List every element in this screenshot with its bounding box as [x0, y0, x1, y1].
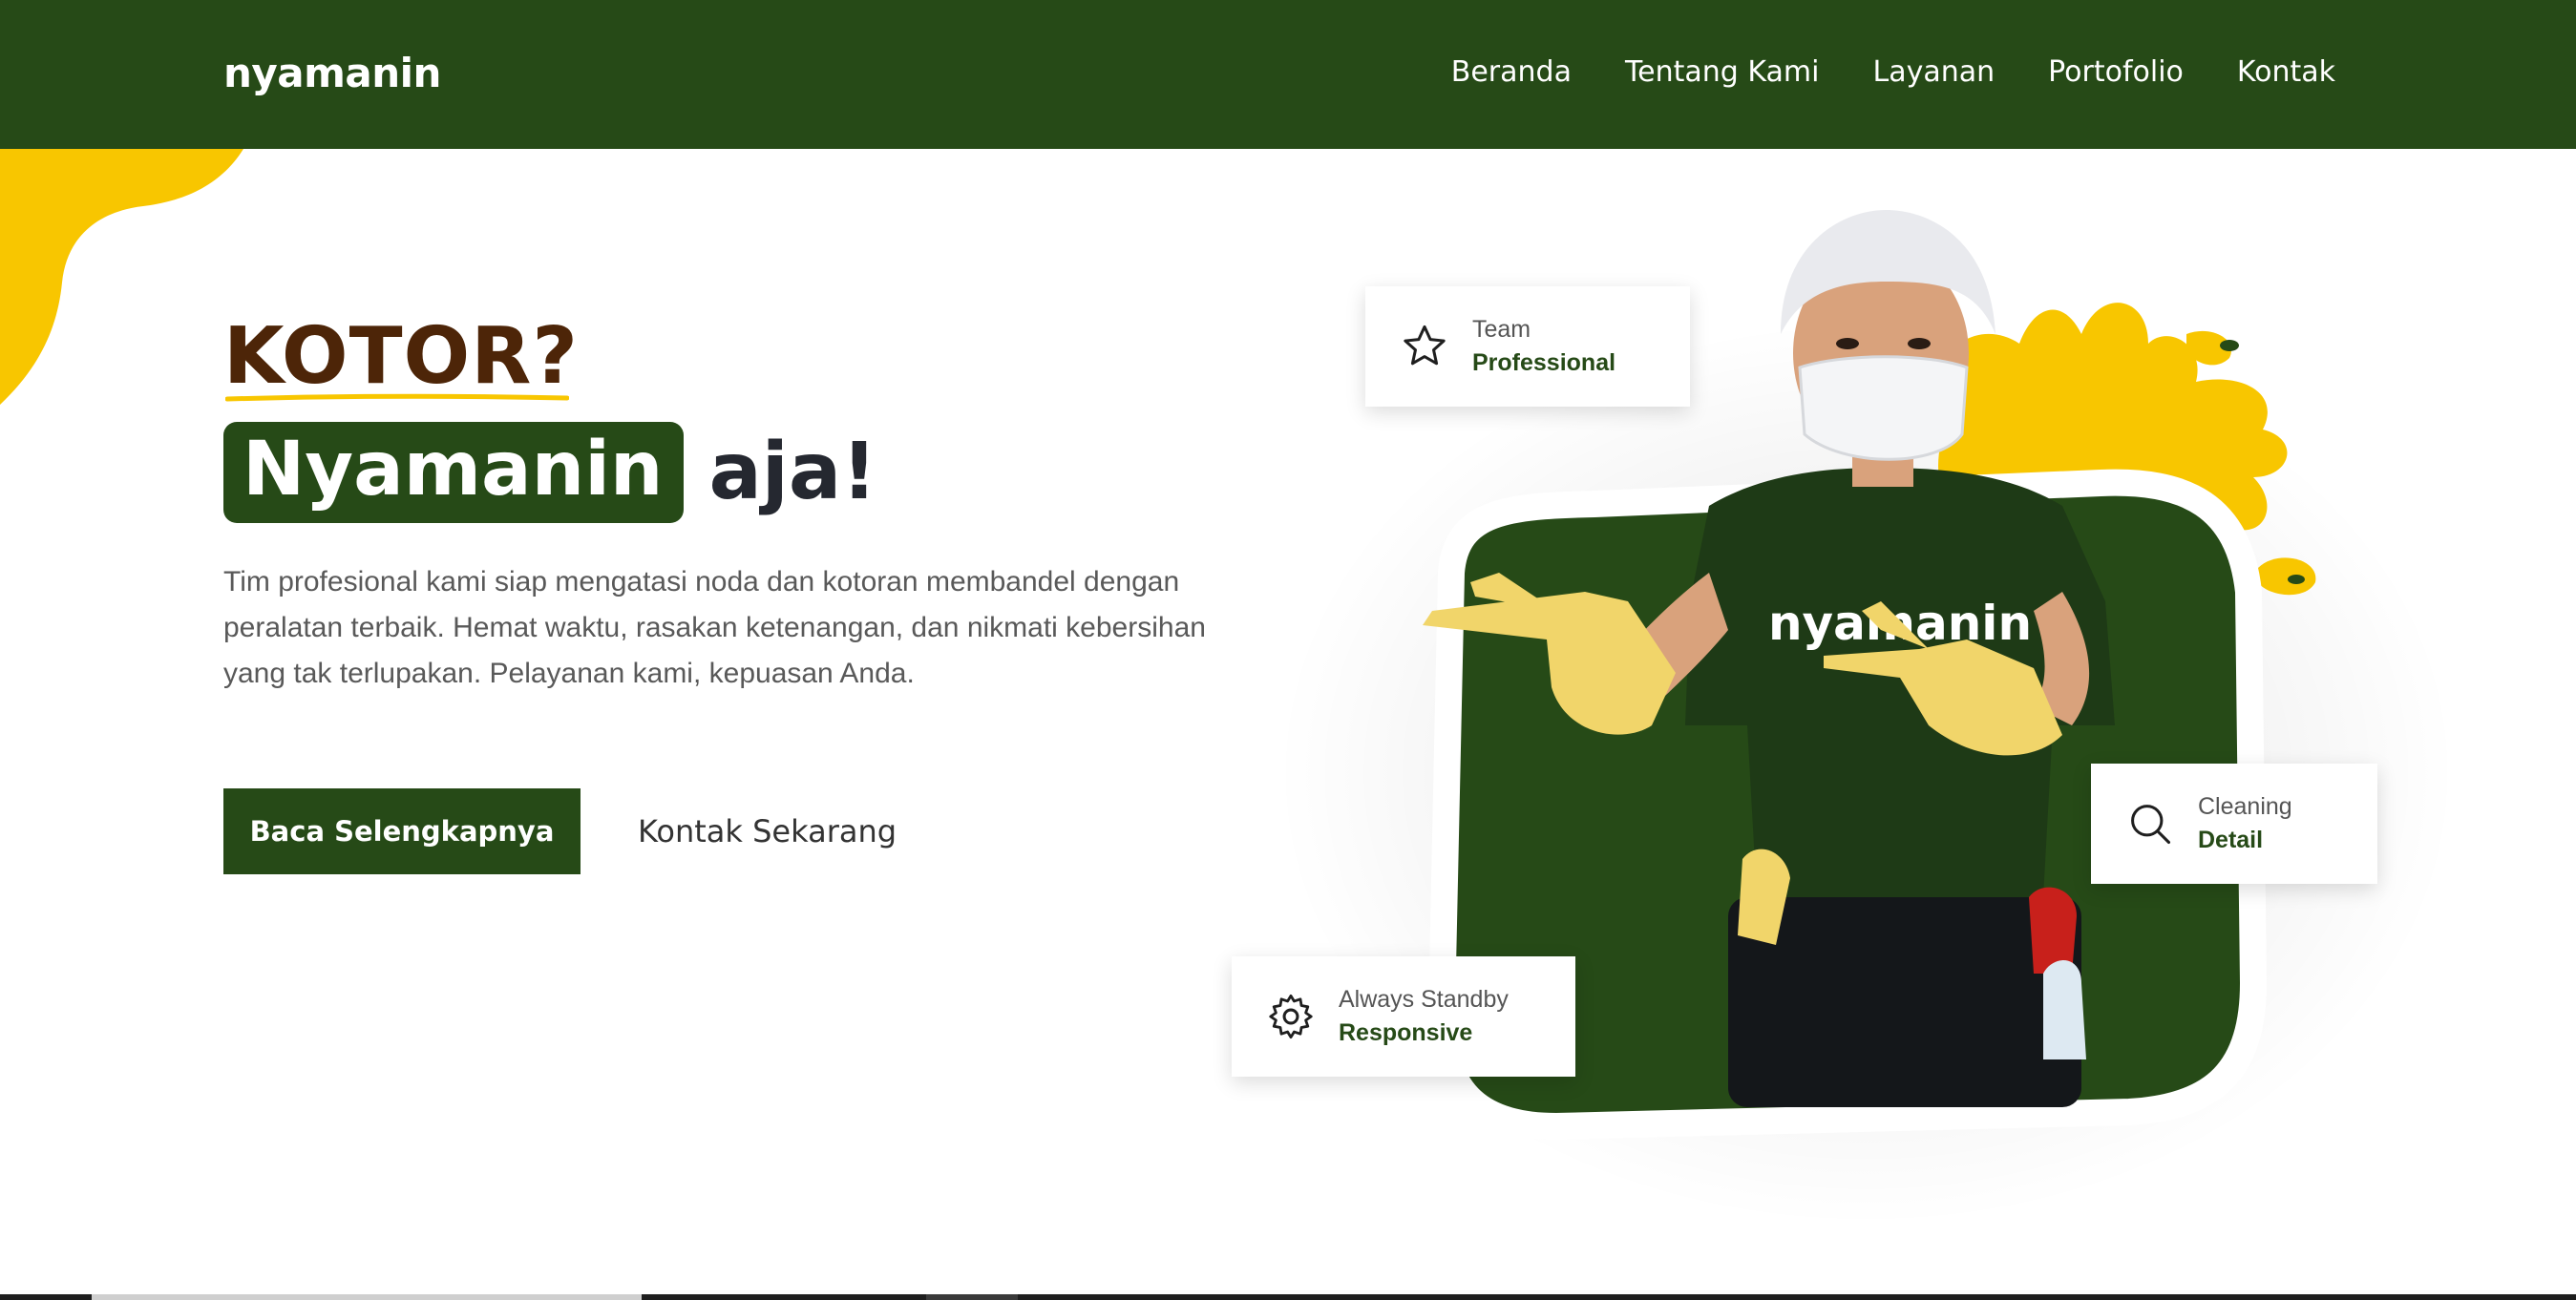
star-icon: [1398, 320, 1451, 373]
hero-headline-suffix: aja!: [708, 427, 877, 518]
feature-card-cleaning: Cleaning Detail: [2091, 764, 2377, 884]
headline-underline: [225, 393, 569, 402]
nav-item-kontak[interactable]: Kontak: [2237, 55, 2335, 89]
tool-belt: [1728, 897, 2081, 1107]
card-standby-label: Always Standby: [1339, 986, 1509, 1013]
scrollbar-segment: [926, 1294, 1018, 1300]
search-icon: [2123, 797, 2177, 850]
site-header: nyamanin Beranda Tentang Kami Layanan Po…: [0, 0, 2576, 149]
face-mask: [1798, 355, 1969, 461]
read-more-button[interactable]: Baca Selengkapnya: [223, 788, 581, 874]
feature-card-standby: Always Standby Responsive: [1232, 956, 1575, 1077]
scrollbar-thumb[interactable]: [92, 1294, 642, 1300]
site-logo[interactable]: nyamanin: [223, 50, 441, 96]
hero-description: Tim profesional kami siap mengatasi noda…: [223, 566, 1206, 689]
main-nav: Beranda Tentang Kami Layanan Portofolio …: [1451, 55, 2335, 89]
hero-headline-kotor: KOTOR?: [223, 311, 579, 402]
hero-headline-line2: Nyamanin aja!: [223, 422, 877, 523]
card-team-label: Team: [1472, 316, 1531, 343]
card-cleaning-label: Cleaning: [2198, 793, 2292, 820]
brand-highlight: Nyamanin: [223, 422, 685, 523]
nav-item-portofolio[interactable]: Portofolio: [2048, 55, 2184, 89]
nav-item-layanan[interactable]: Layanan: [1872, 55, 1995, 89]
card-standby-value: Responsive: [1339, 1019, 1473, 1046]
contact-now-link[interactable]: Kontak Sekarang: [638, 788, 897, 874]
gear-icon: [1264, 990, 1318, 1043]
feature-card-team: Team Professional: [1365, 286, 1690, 407]
card-team-value: Professional: [1472, 349, 1616, 376]
card-cleaning-value: Detail: [2198, 827, 2264, 853]
decorative-yellow-blob: [0, 149, 243, 405]
nav-item-beranda[interactable]: Beranda: [1451, 55, 1572, 89]
nav-item-tentang-kami[interactable]: Tentang Kami: [1625, 55, 1820, 89]
